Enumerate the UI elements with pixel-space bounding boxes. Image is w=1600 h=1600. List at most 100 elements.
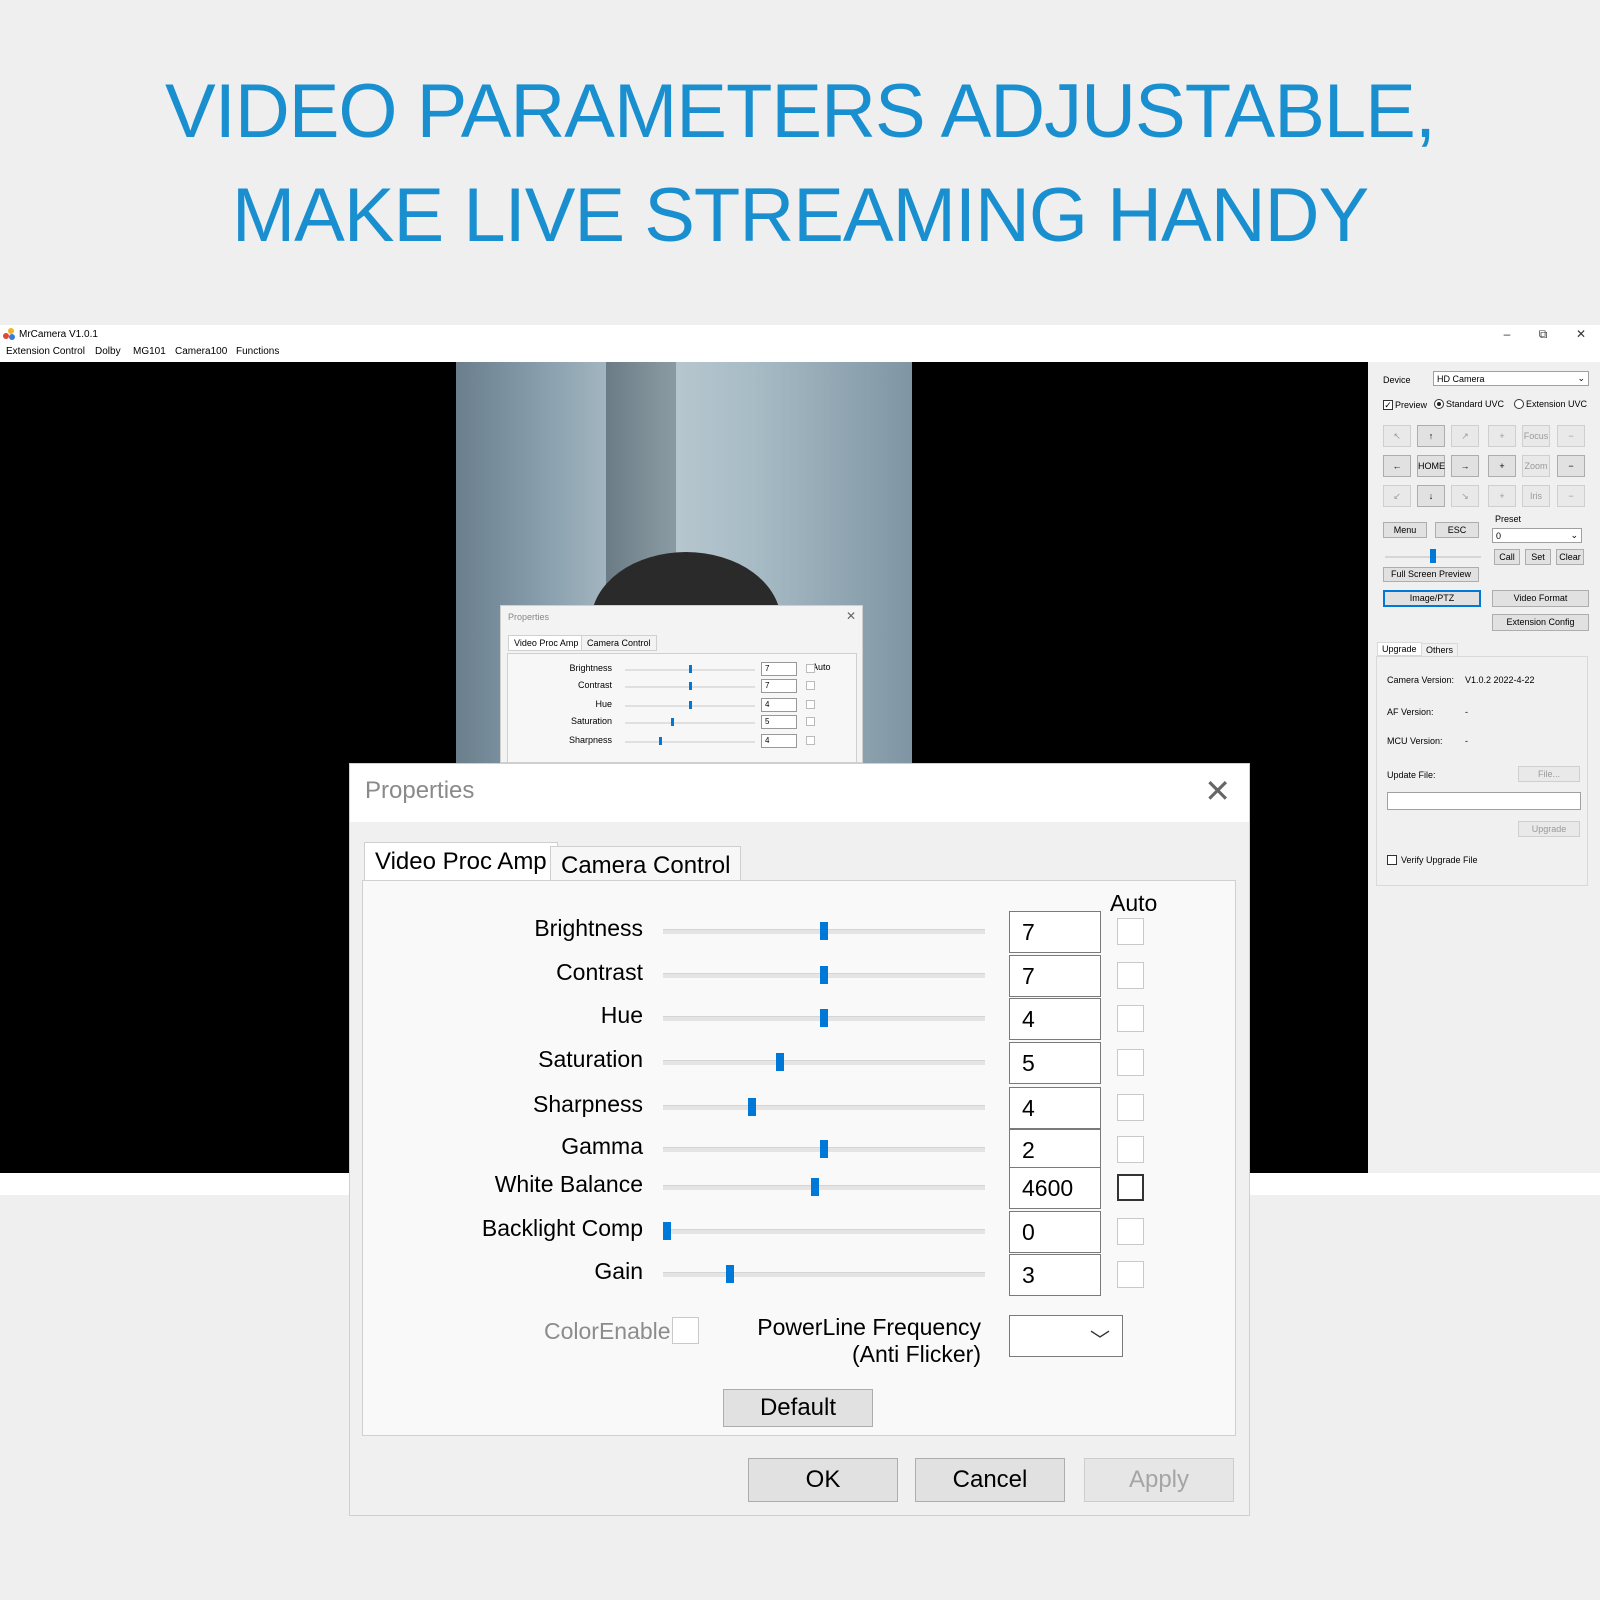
gain-slider-thumb[interactable]: [725, 1265, 734, 1283]
color-enable-checkbox[interactable]: [672, 1317, 699, 1344]
ptz-up-left-button[interactable]: ↖: [1383, 425, 1411, 447]
esc-button[interactable]: ESC: [1435, 522, 1479, 538]
mini-contrast-auto-checkbox[interactable]: [806, 681, 815, 690]
gamma-value-input[interactable]: 2: [1009, 1129, 1101, 1171]
sharpness-auto-checkbox[interactable]: [1117, 1094, 1144, 1121]
menu-item-functions[interactable]: Functions: [236, 346, 279, 357]
restore-button[interactable]: ⧉: [1525, 325, 1561, 343]
backlight-comp-slider-thumb[interactable]: [663, 1222, 671, 1240]
speed-slider-thumb[interactable]: [1430, 549, 1436, 563]
gamma-slider-thumb[interactable]: [820, 1140, 828, 1158]
saturation-value-input[interactable]: 5: [1009, 1042, 1101, 1084]
cancel-button[interactable]: Cancel: [915, 1458, 1065, 1502]
mini-saturation-slider-thumb[interactable]: [670, 718, 674, 726]
backlight-comp-auto-checkbox[interactable]: [1117, 1218, 1144, 1245]
white-balance-slider-thumb[interactable]: [810, 1178, 819, 1196]
extension-config-button[interactable]: Extension Config: [1492, 614, 1589, 631]
hue-value-input[interactable]: 4: [1009, 998, 1101, 1040]
mini-hue-auto-checkbox[interactable]: [806, 700, 815, 709]
brightness-value-input[interactable]: 7: [1009, 911, 1101, 953]
brightness-slider-thumb[interactable]: [820, 922, 828, 940]
zoom-plus-button[interactable]: +: [1488, 455, 1516, 477]
mini-hue-value-input[interactable]: 4: [761, 698, 797, 712]
menu-item-mg101[interactable]: MG101: [133, 346, 166, 357]
mini-brightness-slider-thumb[interactable]: [688, 665, 692, 673]
ptz-down-left-button[interactable]: ↙: [1383, 485, 1411, 507]
ptz-home-button[interactable]: HOME: [1417, 455, 1445, 477]
set-button[interactable]: Set: [1525, 549, 1551, 565]
sharpness-slider-thumb[interactable]: [747, 1098, 756, 1116]
saturation-auto-checkbox[interactable]: [1117, 1049, 1144, 1076]
ptz-left-button[interactable]: ←: [1383, 455, 1411, 477]
apply-button[interactable]: Apply: [1084, 1458, 1234, 1502]
mini-brightness-value-input[interactable]: 7: [761, 662, 797, 676]
menu-button[interactable]: Menu: [1383, 522, 1427, 538]
contrast-value-input[interactable]: 7: [1009, 955, 1101, 997]
ptz-right-button[interactable]: →: [1451, 455, 1479, 477]
mini-saturation-slider-track[interactable]: [625, 722, 755, 724]
iris-minus-button[interactable]: −: [1557, 485, 1585, 507]
gain-value-input[interactable]: 3: [1009, 1254, 1101, 1296]
sharpness-value-input[interactable]: 4: [1009, 1087, 1101, 1129]
backlight-comp-slider-track[interactable]: [663, 1229, 985, 1234]
image-ptz-button[interactable]: Image/PTZ: [1383, 590, 1481, 607]
device-select[interactable]: HD Camera ⌄: [1433, 371, 1589, 386]
default-button[interactable]: Default: [723, 1389, 873, 1427]
mini-sharpness-auto-checkbox[interactable]: [806, 736, 815, 745]
mini-tab-video-proc-amp[interactable]: Video Proc Amp: [508, 635, 585, 651]
mini-sharpness-slider-track[interactable]: [625, 741, 755, 743]
menu-item-camera100[interactable]: Camera100: [175, 346, 227, 357]
backlight-comp-value-input[interactable]: 0: [1009, 1211, 1101, 1253]
preview-checkbox[interactable]: ✓: [1383, 400, 1393, 410]
contrast-slider-thumb[interactable]: [820, 966, 828, 984]
ok-button[interactable]: OK: [748, 1458, 898, 1502]
mini-saturation-value-input[interactable]: 5: [761, 715, 797, 729]
focus-plus-button[interactable]: +: [1488, 425, 1516, 447]
close-button[interactable]: ✕: [1563, 325, 1599, 343]
tab-video-proc-amp[interactable]: Video Proc Amp: [364, 842, 558, 882]
mini-sharpness-value-input[interactable]: 4: [761, 734, 797, 748]
call-button[interactable]: Call: [1494, 549, 1520, 565]
brightness-auto-checkbox[interactable]: [1117, 918, 1144, 945]
contrast-auto-checkbox[interactable]: [1117, 962, 1144, 989]
mini-contrast-slider-thumb[interactable]: [688, 682, 692, 690]
menu-item-dolby[interactable]: Dolby: [95, 346, 121, 357]
powerline-frequency-select[interactable]: ﹀: [1009, 1315, 1123, 1357]
video-format-button[interactable]: Video Format: [1492, 590, 1589, 607]
mini-saturation-auto-checkbox[interactable]: [806, 717, 815, 726]
mini-sharpness-slider-thumb[interactable]: [659, 737, 663, 745]
iris-plus-button[interactable]: +: [1488, 485, 1516, 507]
ptz-down-button[interactable]: ↓: [1417, 485, 1445, 507]
standard-uvc-radio[interactable]: [1434, 399, 1444, 409]
clear-button[interactable]: Clear: [1556, 549, 1584, 565]
white-balance-value-input[interactable]: 4600: [1009, 1167, 1101, 1209]
ptz-up-right-button[interactable]: ↗: [1451, 425, 1479, 447]
ptz-up-button[interactable]: ↑: [1417, 425, 1445, 447]
focus-minus-button[interactable]: −: [1557, 425, 1585, 447]
preset-select[interactable]: 0 ⌄: [1492, 528, 1582, 543]
sharpness-slider-track[interactable]: [663, 1105, 985, 1110]
mini-hue-slider-thumb[interactable]: [688, 701, 692, 709]
mini-contrast-value-input[interactable]: 7: [761, 679, 797, 693]
gain-auto-checkbox[interactable]: [1117, 1261, 1144, 1288]
verify-upgrade-checkbox[interactable]: [1387, 855, 1397, 865]
hue-slider-thumb[interactable]: [820, 1009, 828, 1027]
file-button[interactable]: File...: [1518, 766, 1580, 782]
white-balance-auto-checkbox[interactable]: [1117, 1174, 1144, 1201]
mini-brightness-auto-checkbox[interactable]: [806, 664, 815, 673]
saturation-slider-track[interactable]: [663, 1060, 985, 1065]
saturation-slider-thumb[interactable]: [776, 1053, 785, 1071]
close-icon[interactable]: ✕: [846, 609, 856, 623]
close-icon[interactable]: ✕: [1204, 772, 1231, 810]
white-balance-slider-track[interactable]: [663, 1185, 985, 1190]
update-file-path-input[interactable]: [1387, 792, 1581, 810]
tab-camera-control[interactable]: Camera Control: [550, 846, 742, 882]
upgrade-button[interactable]: Upgrade: [1518, 821, 1580, 837]
hue-auto-checkbox[interactable]: [1117, 1005, 1144, 1032]
minimize-button[interactable]: –: [1489, 325, 1525, 343]
full-screen-preview-button[interactable]: Full Screen Preview: [1383, 567, 1479, 582]
tab-others[interactable]: Others: [1421, 643, 1459, 657]
gain-slider-track[interactable]: [663, 1272, 985, 1277]
zoom-minus-button[interactable]: −: [1557, 455, 1585, 477]
gamma-auto-checkbox[interactable]: [1117, 1136, 1144, 1163]
